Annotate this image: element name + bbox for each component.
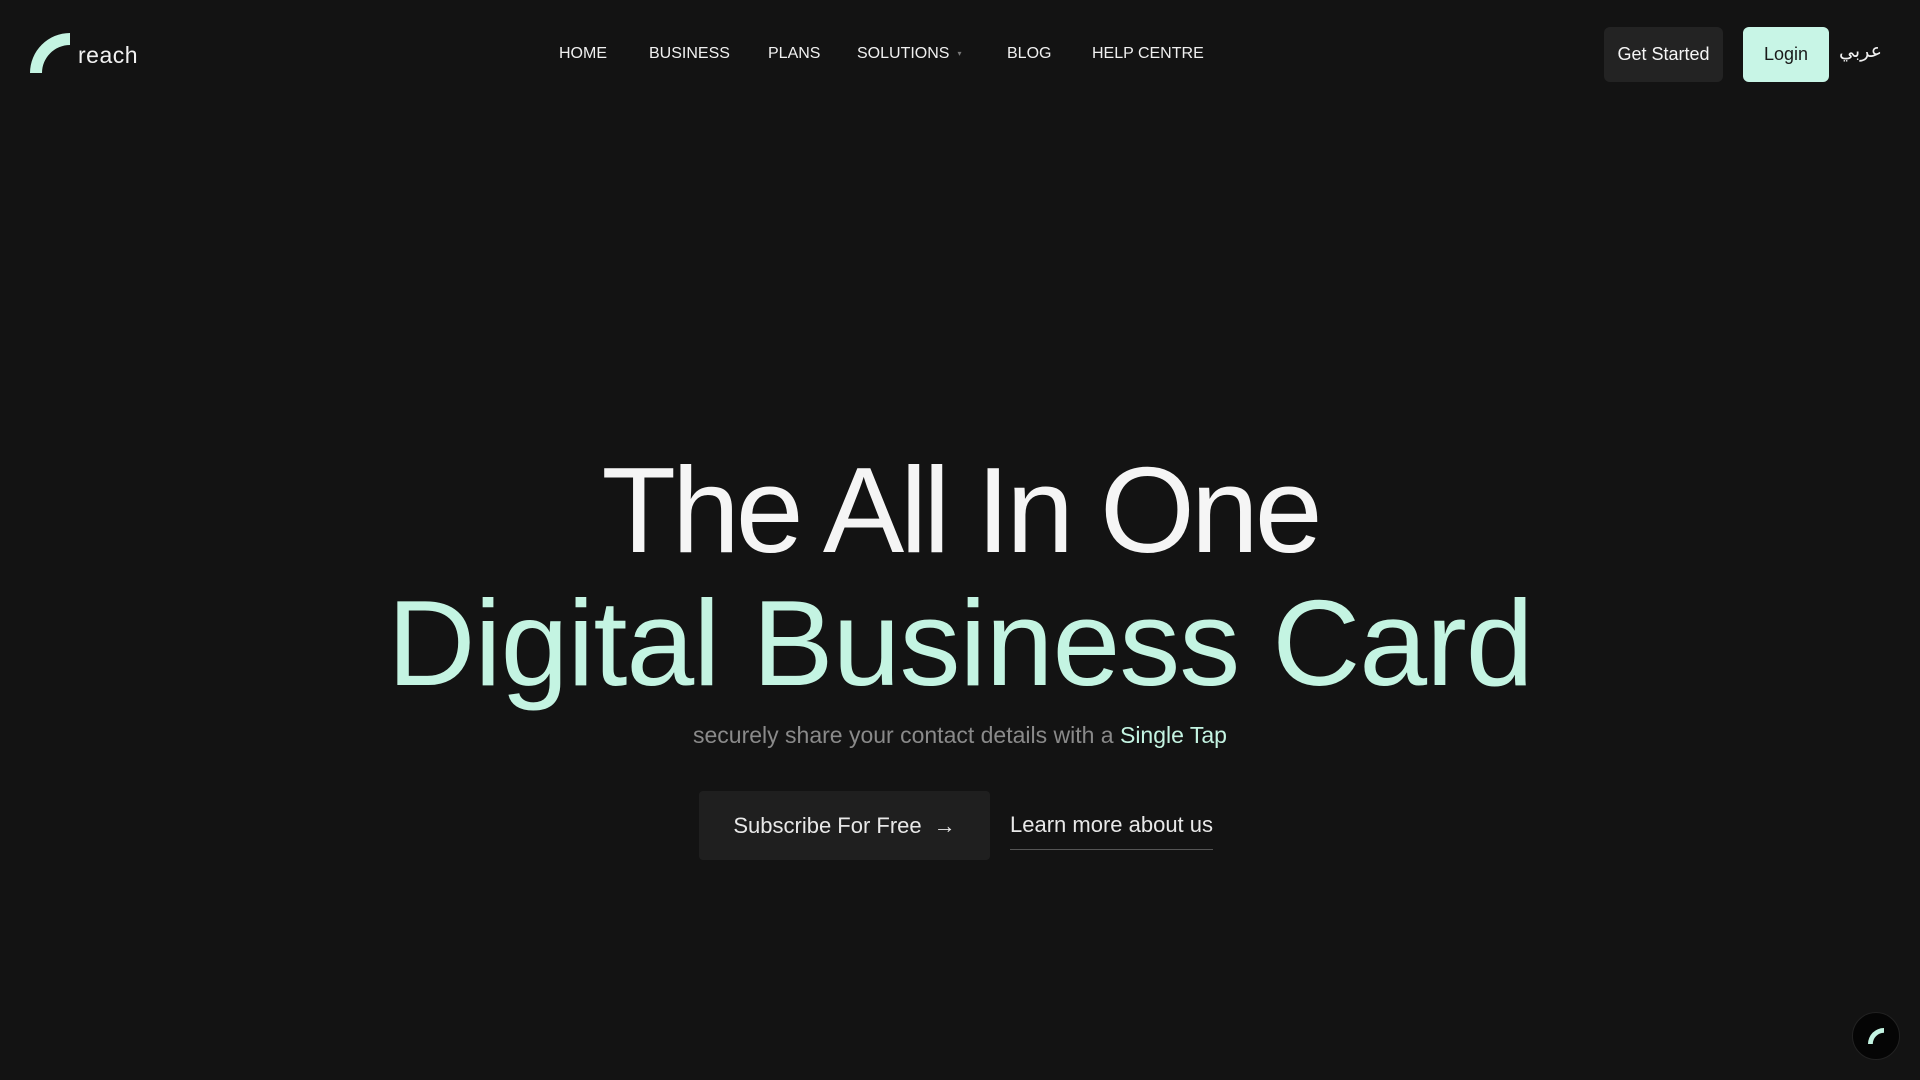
login-button[interactable]: Login bbox=[1743, 27, 1829, 82]
hero-headline-line2: Digital Business Card bbox=[387, 575, 1533, 711]
language-switch-link[interactable]: عربي bbox=[1839, 40, 1882, 62]
nav-item-home[interactable]: HOME bbox=[559, 42, 607, 66]
nav-item-solutions[interactable]: SOLUTIONS ▾ bbox=[857, 42, 961, 66]
hero-subtitle: securely share your contact details with… bbox=[0, 720, 1920, 750]
hero-headline-line1: The All In One bbox=[601, 442, 1322, 578]
nav-item-help-centre[interactable]: HELP CENTRE bbox=[1092, 42, 1204, 66]
chat-widget-button[interactable] bbox=[1852, 1012, 1900, 1060]
learn-more-link[interactable]: Learn more about us bbox=[1010, 810, 1214, 850]
chevron-down-icon: ▾ bbox=[957, 49, 962, 58]
site-header: reach HOME BUSINESS PLANS SOLUTIONS ▾ BLO… bbox=[0, 0, 1920, 108]
hero-subtitle-prefix: securely share your contact details with… bbox=[693, 722, 1120, 748]
nav-item-business[interactable]: BUSINESS bbox=[649, 42, 730, 66]
nav-item-solutions-label: SOLUTIONS bbox=[857, 45, 950, 63]
reach-arc-icon bbox=[1868, 1028, 1884, 1044]
nav-item-plans[interactable]: PLANS bbox=[768, 42, 820, 66]
get-started-button[interactable]: Get Started bbox=[1604, 27, 1723, 82]
hero-subtitle-highlight: Single Tap bbox=[1119, 722, 1227, 748]
arrow-right-icon: → bbox=[933, 812, 956, 838]
page: reach HOME BUSINESS PLANS SOLUTIONS ▾ BLO… bbox=[0, 0, 1920, 1080]
nav-item-blog[interactable]: BLOG bbox=[1007, 42, 1051, 66]
subscribe-button[interactable]: Subscribe For Free → bbox=[699, 791, 990, 860]
subscribe-button-label: Subscribe For Free bbox=[733, 812, 922, 838]
